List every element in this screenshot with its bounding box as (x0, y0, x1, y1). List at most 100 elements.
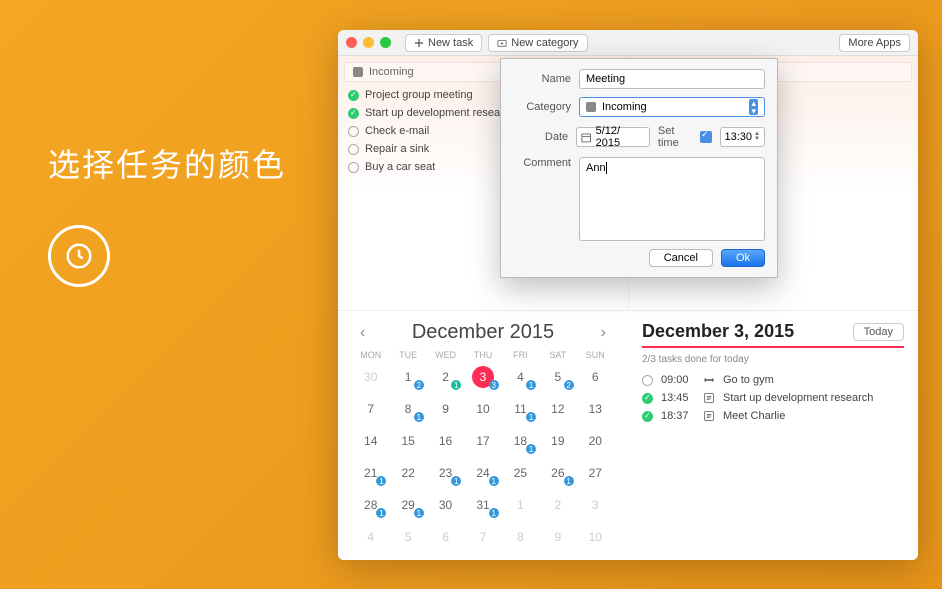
calendar-day[interactable]: 2 (539, 492, 576, 518)
comment-textarea[interactable]: Ann (579, 157, 765, 241)
calendar-day[interactable]: 6 (577, 364, 614, 390)
agenda-item[interactable]: 13:45 Start up development research (642, 389, 904, 407)
calendar-day[interactable]: 6 (427, 524, 464, 550)
dow-header: MONTUEWEDTHUFRISATSUN (352, 350, 614, 360)
calendar-day[interactable]: 13 (577, 396, 614, 422)
ok-button[interactable]: Ok (721, 249, 765, 267)
close-icon[interactable] (346, 37, 357, 48)
calendar-day[interactable]: 16 (427, 428, 464, 454)
calendar-day[interactable]: 181 (502, 428, 539, 454)
date-picker[interactable]: 5/12/ 2015 (576, 127, 650, 147)
calendar-day[interactable]: 33 (464, 364, 501, 390)
next-month-button[interactable]: › (593, 324, 614, 342)
more-apps-button[interactable]: More Apps (839, 34, 910, 52)
calendar-day[interactable]: 7 (352, 396, 389, 422)
task-status-dot[interactable] (348, 162, 359, 173)
agenda-label: Meet Charlie (723, 410, 785, 422)
new-category-label: New category (511, 37, 578, 49)
minimize-icon[interactable] (363, 37, 374, 48)
agenda-time: 18:37 (661, 410, 695, 422)
calendar-day[interactable]: 12 (389, 364, 426, 390)
task-status-dot[interactable] (348, 126, 359, 137)
set-time-label: Set time (658, 125, 712, 149)
calendar-day[interactable]: 1 (502, 492, 539, 518)
task-status-dot[interactable] (642, 375, 653, 386)
calendar-panel: ‹ December 2015 › MONTUEWEDTHUFRISATSUN … (338, 310, 918, 560)
calendar-day[interactable]: 291 (389, 492, 426, 518)
calendar: ‹ December 2015 › MONTUEWEDTHUFRISATSUN … (338, 311, 628, 560)
new-task-label: New task (428, 37, 473, 49)
prev-month-button[interactable]: ‹ (352, 324, 373, 342)
calendar-day[interactable]: 27 (577, 460, 614, 486)
task-status-dot[interactable] (348, 144, 359, 155)
agenda-time: 09:00 (661, 374, 695, 386)
category-select[interactable]: Incoming ▴▾ (579, 97, 765, 117)
calendar-day[interactable]: 9 (427, 396, 464, 422)
calendar-day[interactable]: 25 (502, 460, 539, 486)
calendar-icon (581, 132, 591, 143)
day-badge: 2 (414, 380, 424, 390)
day-badge: 2 (564, 380, 574, 390)
calendar-day[interactable]: 261 (539, 460, 576, 486)
agenda-underline (642, 346, 904, 348)
today-button[interactable]: Today (853, 323, 904, 341)
task-status-dot[interactable] (642, 393, 653, 404)
calendar-day[interactable]: 22 (389, 460, 426, 486)
agenda-label: Go to gym (723, 374, 774, 386)
agenda-date-title: December 3, 2015 (642, 321, 794, 342)
calendar-day[interactable]: 3 (577, 492, 614, 518)
calendar-day[interactable]: 111 (502, 396, 539, 422)
calendar-day[interactable]: 20 (577, 428, 614, 454)
list-icon (703, 410, 715, 422)
calendar-day[interactable]: 10 (577, 524, 614, 550)
calendar-day[interactable]: 241 (464, 460, 501, 486)
calendar-day[interactable]: 30 (427, 492, 464, 518)
day-badge: 1 (414, 508, 424, 518)
calendar-day[interactable]: 4 (352, 524, 389, 550)
zoom-icon[interactable] (380, 37, 391, 48)
task-label: Project group meeting (365, 89, 473, 101)
calendar-day[interactable]: 21 (427, 364, 464, 390)
calendar-day[interactable]: 14 (352, 428, 389, 454)
agenda-progress: 2/3 tasks done for today (642, 354, 904, 365)
new-task-button[interactable]: New task (405, 34, 482, 52)
calendar-day[interactable]: 19 (539, 428, 576, 454)
calendar-day[interactable]: 7 (464, 524, 501, 550)
calendar-day[interactable]: 281 (352, 492, 389, 518)
agenda-item[interactable]: 18:37 Meet Charlie (642, 407, 904, 425)
time-spinner[interactable]: 13:30 ▲▼ (720, 127, 765, 147)
calendar-day[interactable]: 15 (389, 428, 426, 454)
cancel-button[interactable]: Cancel (649, 249, 713, 267)
calendar-day[interactable]: 211 (352, 460, 389, 486)
calendar-day[interactable]: 41 (502, 364, 539, 390)
task-status-dot[interactable] (642, 411, 653, 422)
calendar-day[interactable]: 9 (539, 524, 576, 550)
set-time-checkbox[interactable] (700, 131, 711, 143)
name-input[interactable] (579, 69, 765, 89)
list-icon (703, 392, 715, 404)
calendar-day[interactable]: 231 (427, 460, 464, 486)
day-badge: 1 (376, 476, 386, 486)
comment-label: Comment (513, 157, 571, 169)
calendar-day[interactable]: 52 (539, 364, 576, 390)
agenda-time: 13:45 (661, 392, 695, 404)
new-category-button[interactable]: New category (488, 34, 587, 52)
task-label: Buy a car seat (365, 161, 435, 173)
calendar-day[interactable]: 30 (352, 364, 389, 390)
agenda-label: Start up development research (723, 392, 873, 404)
calendar-day[interactable]: 12 (539, 396, 576, 422)
traffic-lights[interactable] (346, 37, 391, 48)
calendar-day[interactable]: 5 (389, 524, 426, 550)
task-status-dot[interactable] (348, 90, 359, 101)
calendar-day[interactable]: 17 (464, 428, 501, 454)
calendar-day[interactable]: 10 (464, 396, 501, 422)
day-badge: 1 (489, 508, 499, 518)
task-status-dot[interactable] (348, 108, 359, 119)
calendar-day[interactable]: 311 (464, 492, 501, 518)
task-label: Repair a sink (365, 143, 429, 155)
agenda-item[interactable]: 09:00 Go to gym (642, 371, 904, 389)
day-badge: 1 (376, 508, 386, 518)
calendar-day[interactable]: 81 (389, 396, 426, 422)
calendar-day[interactable]: 8 (502, 524, 539, 550)
dumbbell-icon (703, 374, 715, 386)
